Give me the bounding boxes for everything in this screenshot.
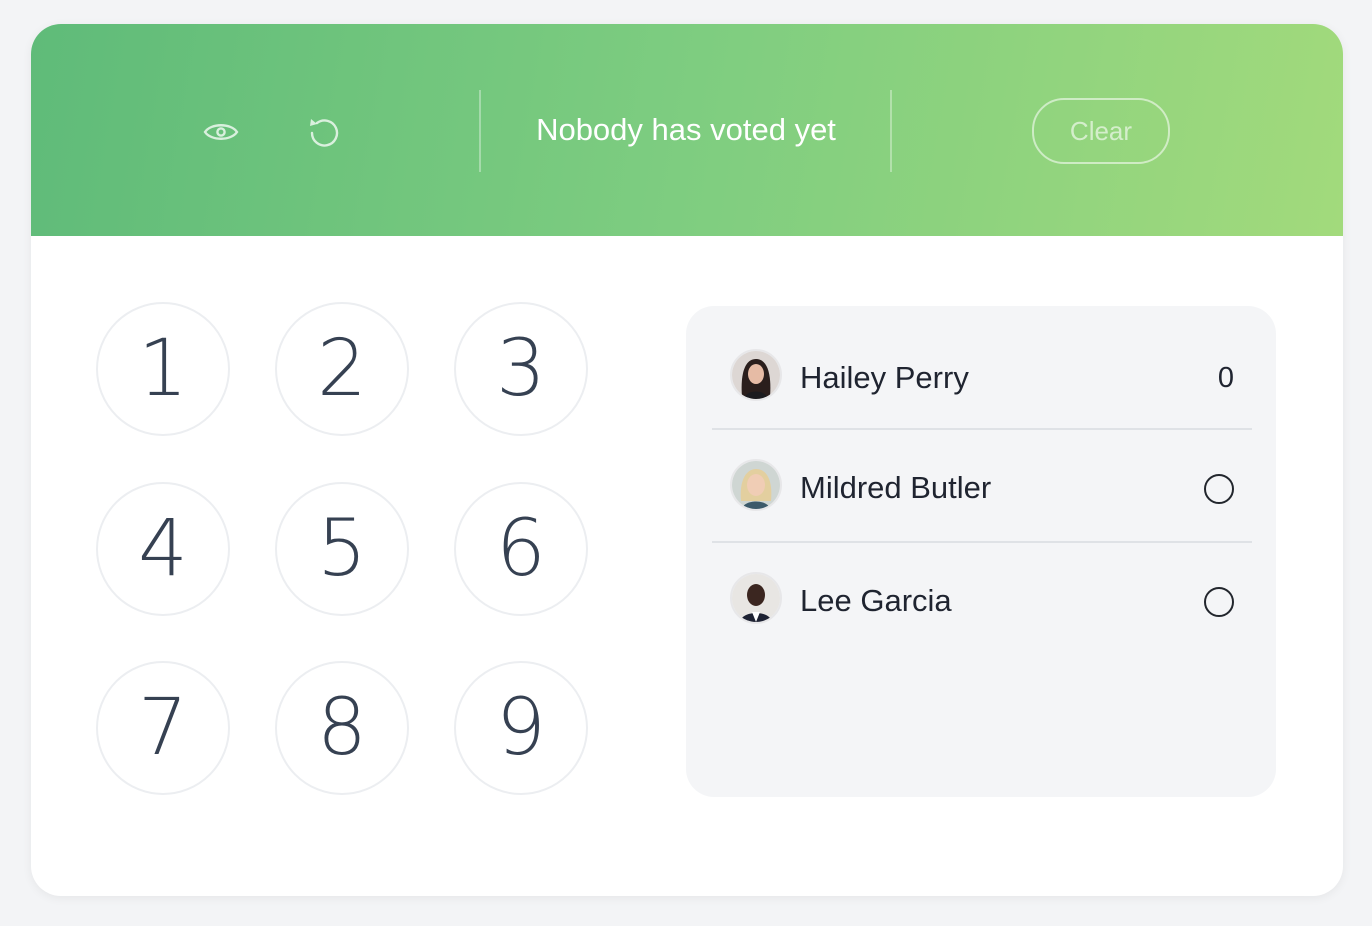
- key-2[interactable]: 2: [275, 302, 409, 436]
- avatar-lee-garcia: [730, 572, 782, 624]
- reset-icon[interactable]: [304, 112, 344, 152]
- clear-button[interactable]: Clear: [1032, 98, 1170, 164]
- key-9[interactable]: 9: [454, 661, 588, 795]
- key-8[interactable]: 8: [275, 661, 409, 795]
- key-4[interactable]: 4: [96, 482, 230, 616]
- voter-list: Hailey Perry 0 Mildred Butler Lee Garcia: [686, 306, 1276, 797]
- vote-status-text: Nobody has voted yet: [536, 112, 836, 147]
- key-5[interactable]: 5: [275, 482, 409, 616]
- key-6[interactable]: 6: [454, 482, 588, 616]
- voter-name: Mildred Butler: [800, 470, 992, 505]
- avatar-mildred-butler: [730, 459, 782, 511]
- vote-keypad: 1 2 3 4 5 6 7 8 9: [96, 302, 591, 799]
- voter-row: Lee Garcia: [712, 543, 1252, 655]
- not-voted-circle-icon: [1204, 587, 1234, 617]
- not-voted-circle-icon: [1204, 474, 1234, 504]
- key-7[interactable]: 7: [96, 661, 230, 795]
- eye-icon[interactable]: [201, 112, 241, 152]
- voting-header: Nobody has voted yet Clear: [31, 24, 1343, 236]
- voting-card: Nobody has voted yet Clear 1 2 3 4 5 6 7…: [31, 24, 1343, 896]
- voter-row: Mildred Butler: [712, 430, 1252, 543]
- voter-name: Lee Garcia: [800, 583, 952, 618]
- key-3[interactable]: 3: [454, 302, 588, 436]
- voter-row: Hailey Perry 0: [712, 330, 1252, 430]
- avatar-hailey-perry: [730, 349, 782, 401]
- vote-value: 0: [1217, 362, 1234, 394]
- key-1[interactable]: 1: [96, 302, 230, 436]
- header-divider-right: [890, 90, 892, 172]
- voter-name: Hailey Perry: [800, 360, 969, 395]
